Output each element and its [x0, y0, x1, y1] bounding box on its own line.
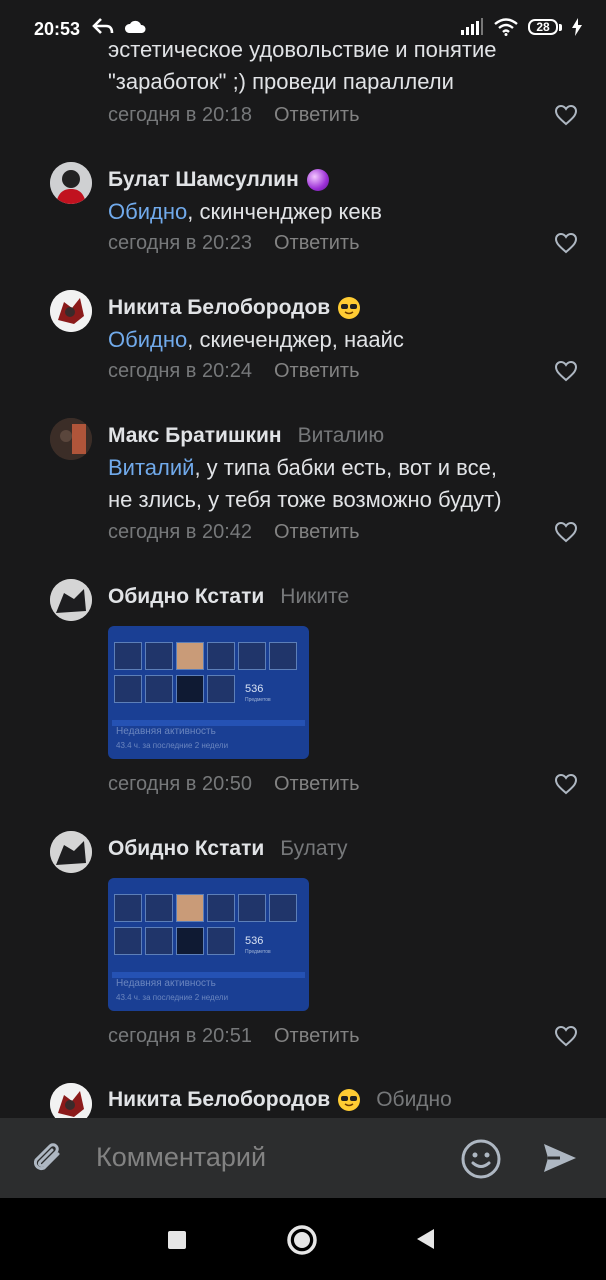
like-heart-icon[interactable]: [554, 360, 578, 382]
comment-time: сегодня в 20:51: [108, 1025, 252, 1047]
crystal-ball-emoji-icon: [306, 169, 329, 191]
status-bar: 20:53 28: [0, 0, 606, 58]
home-circle-icon[interactable]: [286, 1224, 318, 1256]
wifi-icon: [494, 18, 518, 36]
comment-time: сегодня в 20:24: [108, 360, 252, 382]
author-name[interactable]: Никита Белобородов: [108, 296, 330, 320]
reply-button[interactable]: Ответить: [274, 521, 360, 544]
attached-image-steam-inventory[interactable]: 536 Предметов Недавняя активность 43.4 ч…: [108, 626, 309, 759]
reply-to-label[interactable]: Обидно: [376, 1088, 452, 1112]
like-heart-icon[interactable]: [554, 104, 578, 126]
reply-button[interactable]: Ответить: [274, 104, 360, 127]
comments-feed: эстетическое удовольствие и понятие "зар…: [0, 0, 606, 1118]
avatar[interactable]: [50, 831, 92, 873]
battery-icon: 28: [528, 19, 562, 35]
reply-to-label[interactable]: Никите: [280, 585, 349, 609]
comment-author-line: Булат Шамсуллин: [108, 168, 329, 192]
reply-to-label[interactable]: Виталию: [298, 424, 385, 448]
send-icon[interactable]: [540, 1138, 580, 1178]
comment-meta: сегодня в 20:50 Ответить: [108, 773, 360, 796]
comment-author-line: Обидно Кстати Никите: [108, 585, 349, 609]
comment-composer: Комментарий: [0, 1118, 606, 1198]
mention-link[interactable]: Обидно: [108, 199, 187, 224]
author-name[interactable]: Обидно Кстати: [108, 837, 264, 861]
reply-button[interactable]: Ответить: [274, 773, 360, 796]
reply-arrow-icon: [92, 18, 114, 34]
comment-time: сегодня в 20:18: [108, 104, 252, 126]
avatar[interactable]: [50, 418, 92, 460]
recents-square-icon[interactable]: [166, 1229, 188, 1251]
comment-input[interactable]: Комментарий: [96, 1142, 266, 1173]
reply-button[interactable]: Ответить: [274, 232, 360, 255]
comment-text: Обидно, скинченджер кекв: [108, 199, 382, 224]
author-name[interactable]: Макс Братишкин: [108, 424, 282, 448]
comment-meta: сегодня в 20:18 Ответить: [108, 104, 360, 127]
like-heart-icon[interactable]: [554, 773, 578, 795]
comment-meta: сегодня в 20:42 Ответить: [108, 521, 360, 544]
attach-paperclip-icon[interactable]: [28, 1138, 68, 1178]
comment-time: сегодня в 20:50: [108, 773, 252, 795]
reply-to-label[interactable]: Булату: [280, 837, 347, 861]
reply-button[interactable]: Ответить: [274, 1025, 360, 1048]
comment-author-line: Макс Братишкин Виталию: [108, 424, 384, 448]
author-name[interactable]: Никита Белобородов: [108, 1088, 330, 1112]
reply-button[interactable]: Ответить: [274, 360, 360, 383]
comment-author-line: Никита Белобородов Обидно: [108, 1088, 452, 1112]
avatar[interactable]: [50, 1083, 92, 1118]
comment-time: сегодня в 20:42: [108, 521, 252, 543]
system-navigation-bar: [0, 1198, 606, 1280]
avatar[interactable]: [50, 579, 92, 621]
signal-icon: [461, 18, 483, 35]
cloud-icon: [124, 20, 146, 33]
mention-link[interactable]: Обидно: [108, 327, 187, 352]
comment-text: Виталий, у типа бабки есть, вот и все, н…: [108, 455, 502, 512]
avatar[interactable]: [50, 162, 92, 204]
like-heart-icon[interactable]: [554, 521, 578, 543]
author-name[interactable]: Обидно Кстати: [108, 585, 264, 609]
comment-author-line: Обидно Кстати Булату: [108, 837, 347, 861]
comment-author-line: Никита Белобородов: [108, 296, 361, 320]
status-time: 20:53: [34, 19, 81, 39]
attached-image-steam-inventory[interactable]: 536 Предметов Недавняя активность 43.4 ч…: [108, 878, 309, 1011]
like-heart-icon[interactable]: [554, 1025, 578, 1047]
comment-meta: сегодня в 20:51 Ответить: [108, 1025, 360, 1048]
comment-meta: сегодня в 20:24 Ответить: [108, 360, 360, 383]
author-name[interactable]: Булат Шамсуллин: [108, 168, 299, 192]
sunglasses-emoji-icon: [338, 297, 361, 319]
emoji-smile-icon[interactable]: [460, 1138, 502, 1180]
back-triangle-icon[interactable]: [414, 1227, 436, 1251]
mention-link[interactable]: Виталий: [108, 455, 194, 480]
avatar[interactable]: [50, 290, 92, 332]
like-heart-icon[interactable]: [554, 232, 578, 254]
comment-time: сегодня в 20:23: [108, 232, 252, 254]
charging-bolt-icon: [572, 18, 582, 36]
comment-text: Обидно, скиеченджер, наайс: [108, 327, 404, 352]
sunglasses-emoji-icon: [338, 1089, 361, 1111]
comment-meta: сегодня в 20:23 Ответить: [108, 232, 360, 255]
